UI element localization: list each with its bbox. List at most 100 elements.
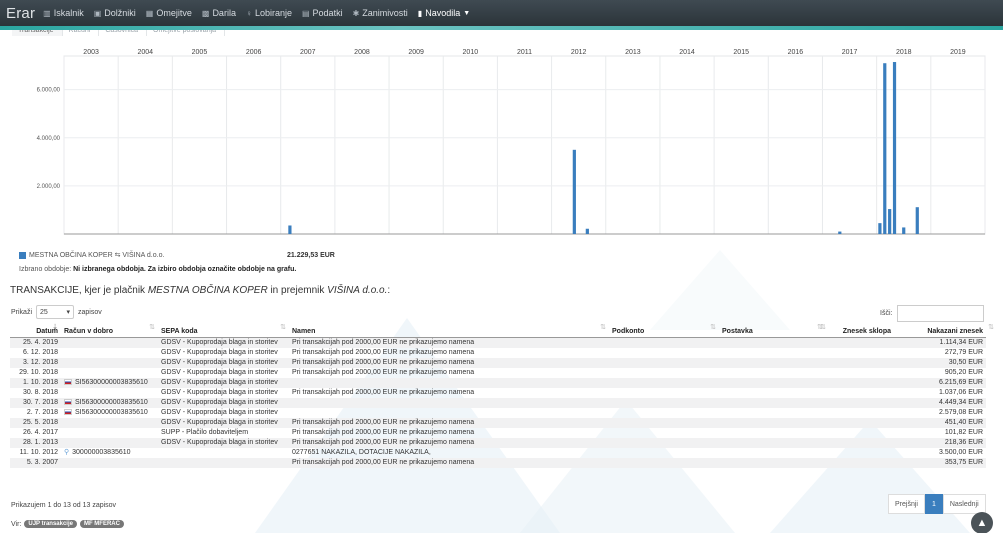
- source-badge-mferac[interactable]: MF MFERAC: [79, 520, 124, 528]
- bulb-icon: ♀: [245, 8, 252, 18]
- data-bar: [902, 227, 906, 234]
- table-row[interactable]: 29. 10. 2018 GDSV - Kupoprodaja blaga in …: [10, 368, 986, 378]
- transactions-bar-chart[interactable]: 6.000,00 4.000,00 2.000,00 2003 2004 2005 2006…: [0, 44, 1003, 244]
- scroll-top-button[interactable]: ▲: [971, 512, 993, 533]
- cell-sepa: SUPP - Plačilo dobaviteljem: [158, 428, 289, 438]
- cell-znesek-sklopa: [829, 418, 894, 428]
- col-header-sepa[interactable]: SEPA koda ⇅: [158, 320, 289, 338]
- col-header-nakazani-znesek[interactable]: Nakazani znesek ⇅: [894, 320, 994, 338]
- y-tick-label: 6.000,00: [37, 88, 61, 94]
- nav-label: Podatki: [312, 8, 343, 18]
- cell-racun[interactable]: ⚲ 300000003835610: [61, 448, 158, 458]
- cell-text: 30. 7. 2018: [22, 398, 58, 406]
- cell-datum: 30. 7. 2018: [10, 398, 61, 408]
- table-row[interactable]: 26. 4. 2017 SUPP - Plačilo dobaviteljem Pr…: [10, 428, 986, 438]
- cell-racun[interactable]: SI56300000003835610: [61, 408, 158, 418]
- table-row[interactable]: 1. 10. 2018 SI56300000003835610 GDSV - Kup…: [10, 377, 986, 388]
- page-length-select[interactable]: 25 ▾: [36, 305, 75, 319]
- nav-item-dolzniki[interactable]: ▣ Dolžniki: [94, 8, 136, 18]
- cell-racun: [61, 358, 158, 368]
- cell-text: 25. 4. 2019: [22, 338, 58, 346]
- cell-text: Pri transakcijah pod 2000,00 EUR ne prik…: [292, 388, 475, 396]
- cell-datum: 25. 5. 2018: [10, 418, 61, 428]
- brand-logo[interactable]: Erar: [0, 5, 43, 22]
- cell-nakazani-znesek: 1.037,06 EUR: [894, 388, 986, 398]
- cell-racun[interactable]: SI56300000003835610: [61, 398, 158, 408]
- cell-znesek-sklopa: [829, 358, 894, 368]
- x-tick-label: 2016: [788, 49, 804, 56]
- cell-namen: 0277651 NAKAZILA, DOTACIJE NAKAZILA,: [289, 448, 609, 458]
- cell-racun: [61, 428, 158, 438]
- cell-postavka: [719, 408, 829, 418]
- data-source: Vir: UJP transakcije MF MFERAC: [11, 520, 124, 528]
- cell-sepa: GDSV - Kupoprodaja blaga in storitev: [158, 337, 289, 348]
- cell-podkonto: [609, 348, 719, 358]
- cell-datum: 28. 1. 2013: [10, 438, 61, 448]
- col-header-datum[interactable]: Datum ⇣: [10, 320, 61, 338]
- nav-label: Lobiranje: [254, 8, 292, 18]
- col-title: Račun v dobro: [64, 327, 114, 335]
- cell-datum: 29. 10. 2018: [10, 368, 61, 378]
- cell-sepa: GDSV - Kupoprodaja blaga in storitev: [158, 358, 289, 368]
- source-badge-ujp[interactable]: UJP transakcije: [24, 520, 77, 528]
- table-row[interactable]: 30. 7. 2018 SI56300000003835610 GDSV - Kup…: [10, 397, 986, 408]
- nav-item-omejitve[interactable]: ▦ Omejitve: [146, 8, 192, 18]
- col-header-namen[interactable]: Namen ⇅: [289, 320, 609, 338]
- cell-namen: Pri transakcijah pod 2000,00 EUR ne prik…: [289, 428, 609, 438]
- table-row[interactable]: 25. 5. 2018 GDSV - Kupoprodaja blaga in s…: [10, 417, 986, 428]
- cell-nakazani-znesek: 218,36 EUR: [894, 438, 986, 448]
- cell-racun: [61, 348, 158, 358]
- cell-znesek-sklopa: [829, 337, 894, 348]
- table-header-row: Datum ⇣ Račun v dobro ⇅ SEPA koda ⇅ Namen ⇅ …: [10, 320, 994, 338]
- sort-desc-icon: ⇣: [52, 324, 58, 331]
- col-title: Postavka: [722, 327, 753, 335]
- cell-text: 2.579,08 EUR: [939, 408, 983, 416]
- table-row[interactable]: 5. 3. 2007 Pri transakcijah pod 2000,00 E…: [10, 457, 986, 468]
- cell-znesek-sklopa: [829, 458, 894, 468]
- cell-postavka: [719, 348, 829, 358]
- cell-postavka: [719, 337, 829, 348]
- cell-znesek-sklopa: [829, 448, 894, 458]
- table-row[interactable]: 25. 4. 2019 GDSV - Kupoprodaja blaga in s…: [10, 337, 986, 348]
- heading-suffix: :: [387, 285, 391, 296]
- cell-podkonto: [609, 438, 719, 448]
- nav-item-navodila[interactable]: ▮ Navodila ▼: [418, 8, 470, 18]
- cell-text: GDSV - Kupoprodaja blaga in storitev: [161, 388, 278, 396]
- col-header-znesek-sklopa[interactable]: Znesek sklopa ⇅: [817, 320, 894, 338]
- nav-item-darila[interactable]: ▩ Darila: [202, 8, 236, 18]
- cell-text: Pri transakcijah pod 2000,00 EUR ne prik…: [292, 428, 475, 436]
- nav-item-iskalnik[interactable]: ▥ Iskalnik: [43, 8, 84, 18]
- pager-next-button[interactable]: Naslednji: [942, 494, 986, 514]
- bank-icon: ▥: [43, 8, 51, 18]
- cell-racun: [61, 388, 158, 398]
- cell-nakazani-znesek: 6.215,69 EUR: [894, 378, 986, 388]
- table-row[interactable]: 6. 12. 2018 GDSV - Kupoprodaja blaga in s…: [10, 348, 986, 358]
- col-header-postavka[interactable]: Postavka ⇅: [719, 320, 829, 338]
- pager-page-1[interactable]: 1: [924, 494, 943, 514]
- cell-namen: Pri transakcijah pod 2000,00 EUR ne prik…: [289, 358, 609, 368]
- slovenia-flag-icon: [64, 398, 72, 405]
- cell-text: 28. 1. 2013: [22, 438, 58, 446]
- cell-datum: 2. 7. 2018: [10, 408, 61, 418]
- col-header-podkonto[interactable]: Podkonto ⇅: [609, 320, 719, 338]
- table-row[interactable]: 3. 12. 2018 GDSV - Kupoprodaja blaga in s…: [10, 357, 986, 368]
- cell-text: GDSV - Kupoprodaja blaga in storitev: [161, 378, 278, 386]
- col-header-racun[interactable]: Račun v dobro ⇅: [61, 320, 158, 338]
- table-row[interactable]: 2. 7. 2018 SI56300000003835610 GDSV - Kupo…: [10, 408, 986, 418]
- cell-text: SI56300000003835610: [75, 408, 148, 416]
- ban-icon: ▦: [145, 8, 154, 18]
- nav-item-lobiranje[interactable]: ♀ Lobiranje: [246, 8, 292, 18]
- pager-prev-button[interactable]: Prejšnji: [888, 494, 925, 514]
- cell-text: 0277651 NAKAZILA, DOTACIJE NAKAZILA,: [292, 448, 431, 456]
- cell-sepa: GDSV - Kupoprodaja blaga in storitev: [158, 378, 289, 388]
- cell-namen: Pri transakcijah pod 2000,00 EUR ne prik…: [289, 348, 609, 358]
- nav-item-zanimivosti[interactable]: ✱ Zanimivosti: [353, 8, 408, 18]
- table-row[interactable]: 30. 8. 2018 GDSV - Kupoprodaja blaga in s…: [10, 388, 986, 398]
- nav-item-podatki[interactable]: ▤ Podatki: [302, 8, 343, 18]
- cell-text: Pri transakcijah pod 2000,00 EUR ne prik…: [292, 438, 475, 446]
- heading-payer: MESTNA OBČINA KOPER: [147, 285, 268, 296]
- table-row[interactable]: 28. 1. 2013 GDSV - Kupoprodaja blaga in s…: [10, 437, 986, 448]
- cell-racun[interactable]: SI56300000003835610: [61, 378, 158, 388]
- table-row[interactable]: 11. 10. 2012 ⚲ 300000003835610 0277651 NAKA…: [10, 448, 986, 458]
- x-tick-label: 2003: [83, 49, 99, 56]
